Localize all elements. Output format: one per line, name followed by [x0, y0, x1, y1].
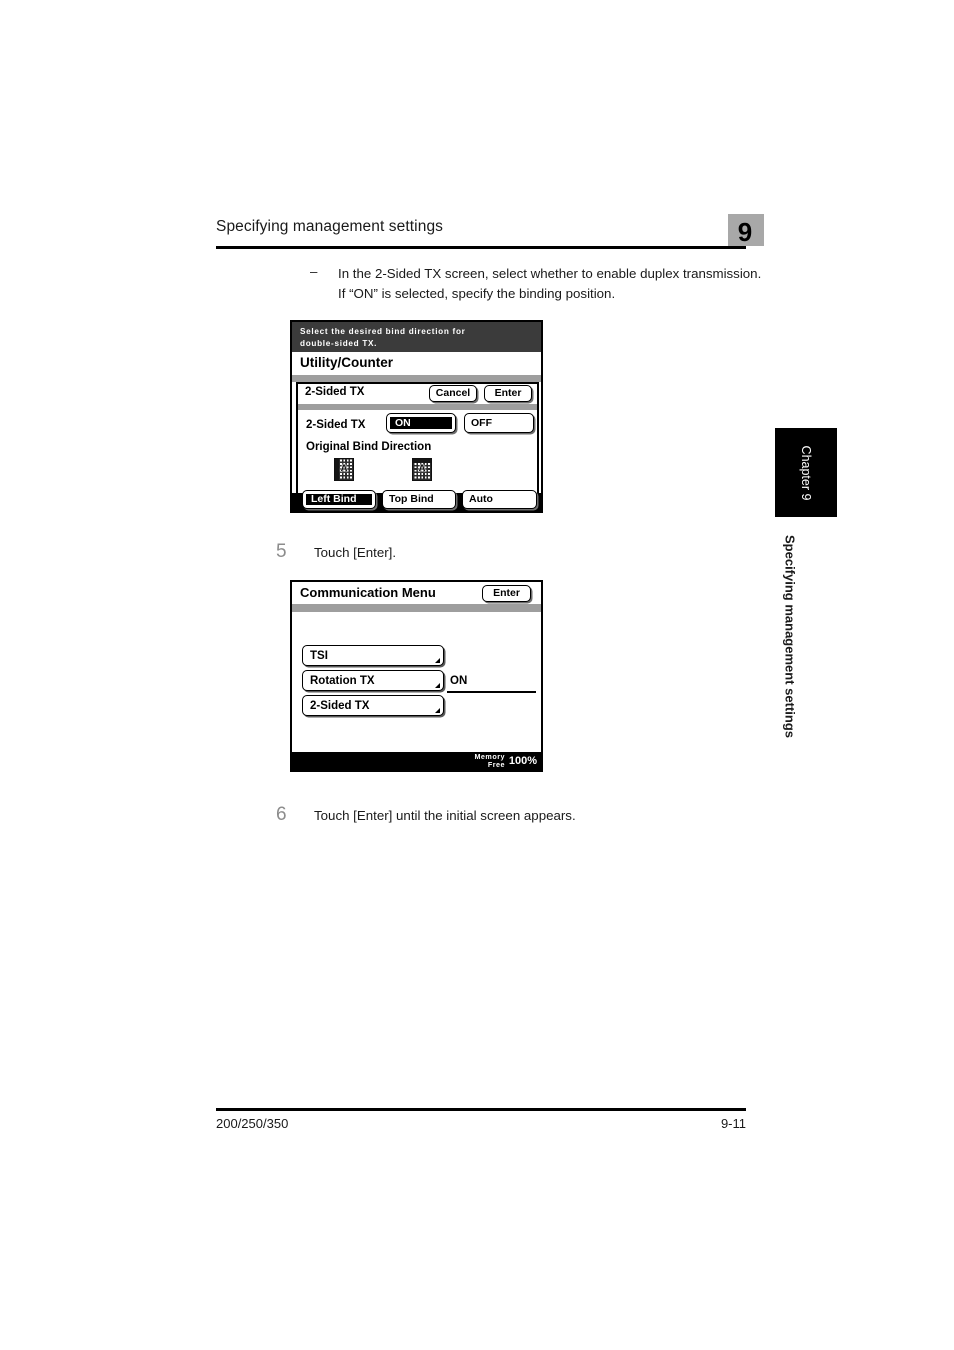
chapter-thumb-tab-label: Chapter 9: [799, 445, 813, 500]
subwindow-title-underbar: [298, 404, 537, 410]
off-button[interactable]: OFF: [464, 413, 534, 433]
step-6-text: Touch [Enter] until the initial screen a…: [314, 808, 576, 823]
lcd-guidance-message: Select the desired bind direction for do…: [292, 322, 541, 352]
top-bind-icon-letter: A: [418, 463, 426, 474]
cancel-button[interactable]: Cancel: [429, 385, 477, 402]
setting-label-2sided-tx: 2-Sided TX: [306, 419, 366, 431]
page-header: Specifying management settings 9: [216, 214, 764, 254]
step-6-number: 6: [276, 804, 287, 825]
guidance-line-1: Select the desired bind direction for: [300, 327, 466, 336]
subwindow-title: 2-Sided TX: [305, 386, 365, 398]
bullet-dash: –: [310, 264, 318, 279]
step-5-number: 5: [276, 541, 287, 562]
value-rotation-tx: ON: [450, 675, 468, 687]
list-item-rotation-tx[interactable]: Rotation TX: [302, 670, 444, 691]
chapter-running-title-label: Specifying management settings: [782, 535, 798, 738]
lcd-app-title: Utility/Counter: [292, 352, 541, 375]
comm-title-underbar: [292, 604, 541, 612]
left-bind-icon: A: [334, 458, 354, 481]
chapter-badge-number: 9: [737, 217, 753, 247]
left-bind-button[interactable]: Left Bind: [302, 490, 376, 509]
footer-divider: [216, 1108, 746, 1111]
comm-enter-button[interactable]: Enter: [482, 585, 531, 602]
on-button[interactable]: ON: [386, 413, 456, 433]
list-item-tsi[interactable]: TSI: [302, 645, 444, 666]
step-5-text: Touch [Enter].: [314, 545, 397, 560]
left-bind-button-label: Left Bind: [311, 493, 357, 506]
comm-memory-free-percent: 100%: [508, 755, 537, 767]
top-bind-icon: A: [412, 458, 432, 481]
chapter-running-title: Specifying management settings: [775, 535, 805, 785]
value-rotation-tx-underline: [447, 691, 536, 693]
comm-memory-status-bar: Memory Free 100%: [292, 752, 541, 770]
intro-paragraph: – In the 2-Sided TX screen, select wheth…: [310, 264, 770, 303]
lcd-screen-2sided-tx: Select the desired bind direction for do…: [290, 320, 543, 513]
comm-menu-title: Communication Menu: [300, 585, 436, 600]
lcd-screen-communication-menu: Communication Menu Enter TSI Rotation TX…: [290, 580, 543, 772]
header-divider: [216, 246, 746, 249]
enter-button[interactable]: Enter: [484, 385, 532, 402]
comm-memory-label-line2: Free: [487, 760, 505, 769]
intro-text: In the 2-Sided TX screen, select whether…: [338, 266, 762, 301]
comm-memory-label: Memory Free: [474, 753, 505, 769]
lcd-subwindow-2sided-tx: 2-Sided TX Cancel Enter 2-Sided TX ON OF…: [296, 382, 539, 495]
lcd-title-underbar: [292, 375, 541, 382]
auto-bind-button[interactable]: Auto: [462, 490, 537, 509]
page-title: Specifying management settings: [216, 218, 444, 235]
chapter-thumb-tab: Chapter 9: [775, 428, 837, 517]
top-bind-button[interactable]: Top Bind: [382, 490, 456, 509]
bind-direction-section-label: Original Bind Direction: [306, 441, 432, 453]
left-bind-icon-letter: A: [340, 463, 348, 474]
on-button-label: ON: [395, 416, 411, 429]
guidance-line-2: double-sided TX.: [300, 338, 378, 348]
list-item-2sided-tx[interactable]: 2-Sided TX: [302, 695, 444, 716]
footer-page-number: 9-11: [720, 1116, 746, 1131]
